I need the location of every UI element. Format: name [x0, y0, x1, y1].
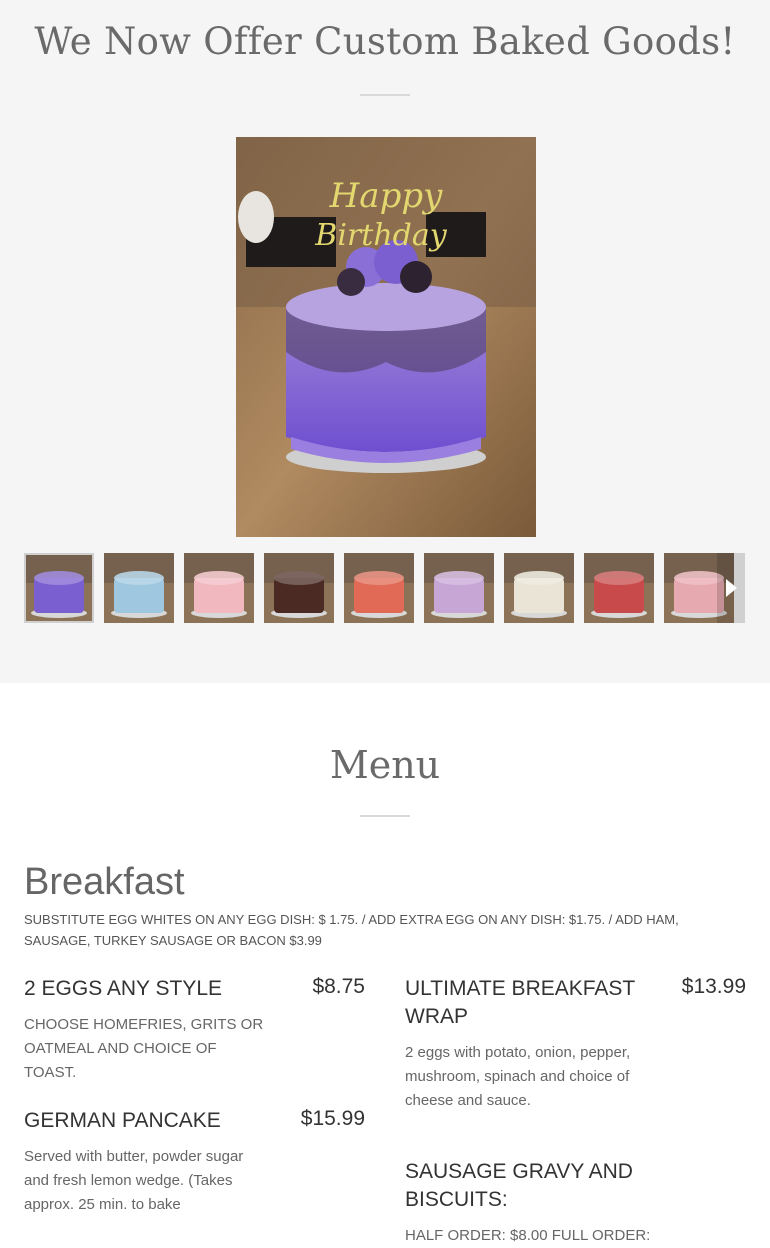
menu-section: Menu Breakfast SUBSTITUTE EGG WHITES ON …	[0, 683, 770, 1244]
menu-item-price: $13.99	[681, 975, 746, 998]
thumb-purple-birthday-cake[interactable]	[24, 553, 94, 623]
menu-item-description: HALF ORDER: $8.00 FULL ORDER:	[405, 1227, 651, 1244]
chevron-right-icon[interactable]	[717, 553, 745, 623]
menu-item-sausage-gravy: SAUSAGE GRAVY AND BISCUITS: HALF ORDER: …	[405, 1158, 746, 1248]
menu-divider	[360, 815, 410, 817]
thumbnail-strip	[24, 553, 746, 623]
thumb-heart-cake[interactable]	[504, 553, 574, 623]
svg-text:Birthday: Birthday	[314, 218, 447, 253]
thumb-floral-cake[interactable]	[424, 553, 494, 623]
gallery-title: We Now Offer Custom Baked Goods!	[34, 20, 736, 63]
chevron-right-icon	[725, 579, 737, 597]
thumb-money-cake[interactable]	[344, 553, 414, 623]
menu-item-price: $8.75	[312, 975, 365, 998]
thumb-chocolate-cake[interactable]	[264, 553, 334, 623]
thumb-cupcakes-box[interactable]	[584, 553, 654, 623]
menu-title: Menu	[329, 743, 441, 787]
menu-item-description: Served with butter, powder sugar and fre…	[24, 1148, 244, 1213]
category-title: Breakfast	[24, 861, 185, 903]
custom-baked-goods-section: We Now Offer Custom Baked Goods! Happy B…	[0, 0, 770, 683]
svg-text:Happy: Happy	[329, 176, 443, 216]
thumb-wifey-cake[interactable]	[184, 553, 254, 623]
menu-item-name: SAUSAGE GRAVY AND BISCUITS:	[405, 1160, 633, 1211]
menu-item-name: ULTIMATE BREAKFAST WRAP	[405, 977, 635, 1028]
menu-item-description: 2 eggs with potato, onion, pepper, mushr…	[405, 1044, 631, 1109]
menu-item-price: $15.99	[300, 1107, 365, 1130]
category-note: SUBSTITUTE EGG WHITES ON ANY EGG DISH: $…	[24, 912, 679, 948]
thumb-frozen-cake[interactable]	[104, 553, 174, 623]
menu-item-german-pancake: GERMAN PANCAKE $15.99 Served with butter…	[24, 1107, 365, 1217]
menu-item-2-eggs: 2 EGGS ANY STYLE $8.75 CHOOSE HOMEFRIES,…	[24, 975, 365, 1085]
main-cake-photo[interactable]: Happy Birthday	[236, 137, 536, 537]
menu-item-description: CHOOSE HOMEFRIES, GRITS OR OATMEAL AND C…	[24, 1016, 264, 1081]
menu-item-breakfast-wrap: ULTIMATE BREAKFAST WRAP $13.99 2 eggs wi…	[405, 975, 746, 1113]
title-divider	[360, 94, 410, 96]
